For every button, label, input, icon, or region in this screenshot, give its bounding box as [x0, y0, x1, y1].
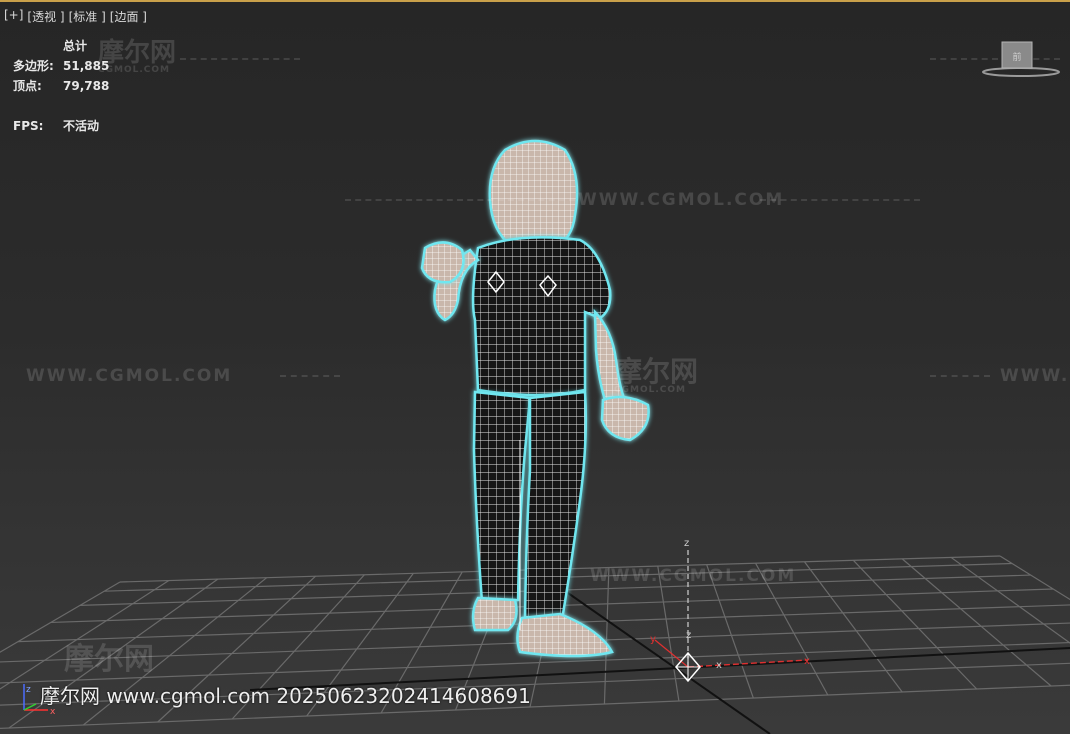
gizmo-y-label: y [650, 634, 656, 645]
viewport-shading-quality-menu[interactable]: [标准 ] [69, 8, 106, 25]
fps-value: 不活动 [63, 119, 100, 133]
polygons-label: 多边形: [13, 59, 54, 73]
watermark-logo: 摩尔网 [64, 645, 154, 675]
watermark-logo: 摩尔网 CGMOL.COM [98, 40, 176, 75]
gizmo-y-axis [654, 639, 689, 668]
right-fist-mesh [600, 395, 650, 442]
right-shoe-mesh [516, 612, 614, 658]
viewport-point-of-view-menu[interactable]: [透视 ] [27, 8, 64, 25]
vertices-value: 79,788 [63, 79, 110, 93]
polygons-value: 51,885 [63, 59, 110, 73]
svg-text:前: 前 [1012, 51, 1021, 63]
gizmo-z-label: z [686, 630, 691, 641]
left-fist-mesh [420, 241, 465, 284]
watermark-site: WWW.CGMOL.COM [1000, 366, 1070, 386]
watermark-logo-small: CGMOL.COM [614, 385, 686, 395]
gizmo-z-label: z [684, 538, 689, 549]
right-leg-mesh [523, 390, 588, 624]
viewport-label-menu[interactable]: [+] [透视 ] [标准 ] [边面 ] [4, 8, 147, 25]
fps-label: FPS: [13, 119, 44, 133]
gizmo-x-label: x [716, 660, 722, 671]
watermark-dash [345, 199, 575, 201]
watermark-dash [280, 375, 340, 377]
footer-watermark: 摩尔网 www.cgmol.com 20250623202414608691 [40, 684, 531, 708]
3d-viewport[interactable]: z z x x y WWW.CGMOL.COM WWW.CGMOL.COM WWW.CG… [0, 0, 1070, 734]
watermark-logo-small: CGMOL.COM [98, 65, 170, 75]
view-cube-icon[interactable]: 前 [978, 38, 1064, 82]
watermark-site: WWW.CGMOL.COM [590, 566, 797, 586]
watermark-logo: 摩尔网 CGMOL.COM [614, 358, 698, 395]
stats-header: 总计 [63, 39, 88, 53]
gizmo-x-label: x [804, 656, 810, 667]
left-shoe-mesh [471, 596, 518, 632]
watermark-dash [180, 58, 300, 60]
torso-mesh [471, 236, 612, 397]
viewport-general-menu[interactable]: [+] [4, 8, 23, 25]
watermark-logo-text: 摩尔网 [614, 355, 699, 388]
viewport-shading-mode-menu[interactable]: [边面 ] [110, 8, 147, 25]
watermark-logo-text: 摩尔网 [64, 642, 154, 677]
watermark-logo-text: 摩尔网 [98, 38, 177, 68]
watermark-site: WWW.CGMOL.COM [578, 190, 785, 210]
watermark-site: WWW.CGMOL.COM [26, 366, 233, 386]
transform-gizmo[interactable]: z z x x y [650, 538, 810, 683]
watermark-dash [930, 375, 990, 377]
vertices-label: 顶点: [13, 79, 42, 93]
head-mesh [488, 139, 579, 248]
svg-text:z: z [26, 685, 31, 695]
viewport-statistics: 总计 多边形: 51,885 顶点: 79,788 FPS: 不活动 [13, 36, 109, 136]
